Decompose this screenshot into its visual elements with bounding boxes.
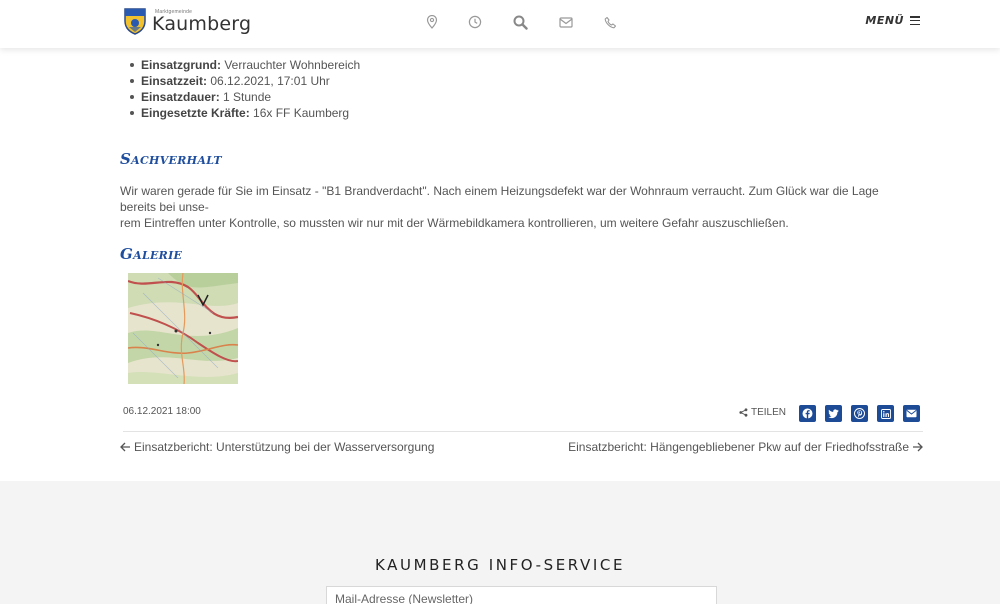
- hamburger-icon: [910, 16, 920, 25]
- linkedin-share-button[interactable]: [877, 405, 894, 422]
- mail-share-button[interactable]: [903, 405, 920, 422]
- share-label[interactable]: TEILEN: [739, 407, 786, 418]
- envelope-icon[interactable]: [558, 14, 574, 30]
- pinterest-share-button[interactable]: [851, 405, 868, 422]
- twitter-share-button[interactable]: [825, 405, 842, 422]
- phone-icon[interactable]: [602, 14, 618, 30]
- list-item: Eingesetzte Kräfte: 16x FF Kaumberg: [120, 105, 360, 121]
- list-item: Einsatzgrund: Verrauchter Wohnbereich: [120, 57, 360, 73]
- pinterest-icon: [854, 408, 865, 419]
- list-item: Einsatzzeit: 06.12.2021, 17:01 Uhr: [120, 73, 360, 89]
- previous-post-link[interactable]: Einsatzbericht: Unterstützung bei der Wa…: [120, 440, 434, 454]
- list-item: Einsatzdauer: 1 Stunde: [120, 89, 360, 105]
- menu-label: MENÜ: [865, 14, 904, 27]
- linkedin-icon: [880, 408, 891, 419]
- facebook-icon: [802, 408, 813, 419]
- menu-button[interactable]: MENÜ: [865, 14, 920, 27]
- divider: [123, 431, 923, 432]
- coat-of-arms-icon: [123, 7, 147, 35]
- next-post-link[interactable]: Einsatzbericht: Hängengebliebener Pkw au…: [568, 440, 923, 454]
- search-icon[interactable]: [512, 14, 528, 30]
- info-service-title: KAUMBERG INFO-SERVICE: [374, 556, 626, 574]
- twitter-icon: [828, 408, 839, 418]
- site-header: Marktgemeinde Kaumberg MENÜ: [0, 0, 1000, 48]
- clock-icon[interactable]: [467, 14, 483, 30]
- sachverhalt-text: Wir waren gerade für Sie im Einsatz - "B…: [120, 184, 879, 230]
- location-pin-icon[interactable]: [424, 14, 440, 30]
- facebook-share-button[interactable]: [799, 405, 816, 422]
- site-logo[interactable]: Marktgemeinde Kaumberg: [123, 7, 251, 35]
- fact-list: Einsatzgrund: Verrauchter Wohnbereich Ei…: [120, 57, 360, 121]
- section-heading-sachverhalt: Sachverhalt: [120, 150, 222, 168]
- newsletter-email-input[interactable]: [326, 586, 717, 604]
- arrow-right-icon: [913, 442, 923, 452]
- share-icon: [739, 408, 748, 417]
- mail-icon: [906, 409, 917, 418]
- post-date: 06.12.2021 18:00: [123, 406, 201, 417]
- logo-title: Kaumberg: [152, 13, 252, 35]
- section-heading-galerie: Galerie: [120, 245, 183, 263]
- gallery-image[interactable]: [128, 273, 238, 384]
- arrow-left-icon: [120, 442, 130, 452]
